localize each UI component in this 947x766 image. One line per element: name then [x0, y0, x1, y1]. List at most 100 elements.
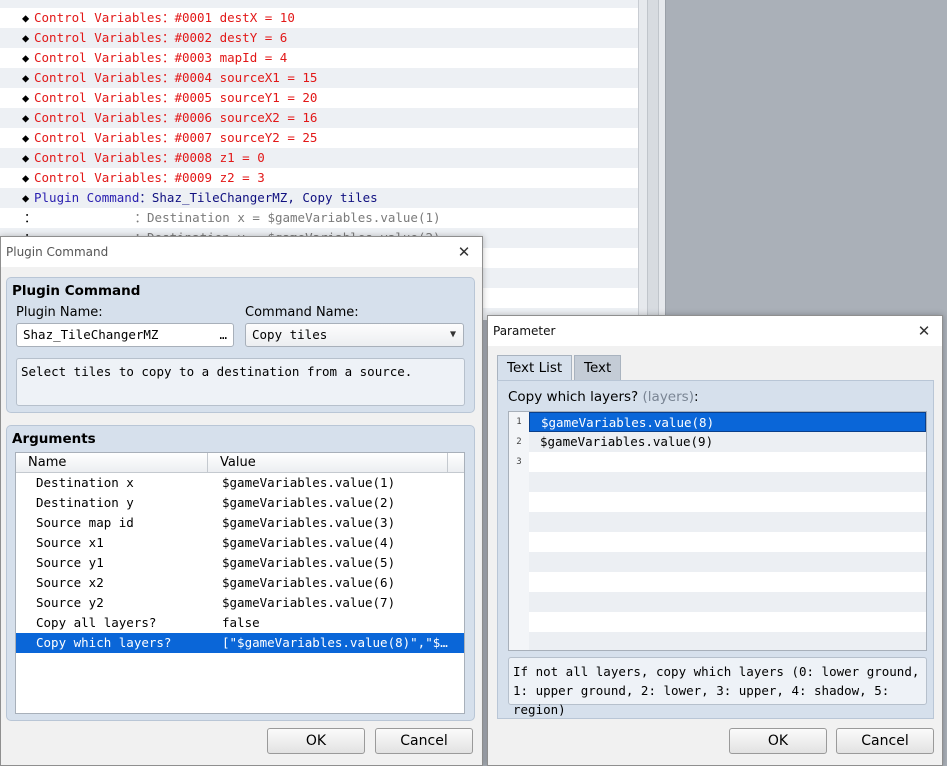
empty-text-list-row[interactable]: [509, 632, 926, 650]
parameter-field-label: Copy which layers? (layers):: [508, 389, 699, 405]
line-number: [509, 572, 529, 592]
ok-button[interactable]: OK: [267, 728, 365, 754]
command-name-select[interactable]: Copy tiles ▼: [245, 323, 464, 347]
event-row[interactable]: ◆ Control Variables：#0009 z2 = 3: [0, 168, 638, 188]
line-number: 1: [509, 412, 529, 432]
event-row[interactable]: ◆ Control Variables：#0002 destY = 6: [0, 28, 638, 48]
cancel-button[interactable]: Cancel: [375, 728, 473, 754]
parameter-dialog: Parameter ✕ Text List Text Copy which la…: [487, 315, 943, 766]
text-list-value: [529, 472, 926, 492]
event-row[interactable]: ◆ Control Variables：#0008 z1 = 0: [0, 148, 638, 168]
arguments-body: Destination x $gameVariables.value(1) Dest…: [16, 473, 464, 653]
tab-text-list[interactable]: Text List: [497, 355, 573, 381]
text-list-value: [529, 512, 926, 532]
text-list-value: $gameVariables.value(9): [529, 432, 926, 452]
event-command-name: Control Variables: [34, 150, 162, 165]
line-number: 3: [509, 452, 529, 472]
empty-text-list-row[interactable]: [509, 572, 926, 592]
argument-row[interactable]: Source x1 $gameVariables.value(4): [16, 533, 464, 553]
field-hint: (layers): [642, 389, 694, 405]
event-row[interactable]: ◆ Plugin Command：Shaz_TileChangerMZ, Copy…: [0, 188, 638, 208]
close-icon[interactable]: ✕: [454, 237, 474, 267]
diamond-bullet-icon: ◆: [22, 71, 30, 85]
empty-text-list-row[interactable]: [509, 532, 926, 552]
plugin-command-dialog: Plugin Command ✕ Plugin Command Plugin N…: [0, 236, 483, 766]
line-number: [509, 512, 529, 532]
arguments-title: Arguments: [12, 431, 96, 447]
event-command-value: #0009 z2 = 3: [174, 170, 265, 185]
argument-value: false: [222, 615, 260, 630]
argument-row[interactable]: Source map id $gameVariables.value(3): [16, 513, 464, 533]
event-row[interactable]: ◆ Control Variables：#0007 sourceY2 = 25: [0, 128, 638, 148]
argument-row[interactable]: Destination x $gameVariables.value(1): [16, 473, 464, 493]
command-name-label: Command Name:: [245, 305, 359, 320]
argument-name: Source y2: [36, 595, 104, 610]
text-list-item[interactable]: 2 $gameVariables.value(9): [509, 432, 926, 452]
empty-text-list-row[interactable]: [509, 492, 926, 512]
list-item[interactable]: [0, 0, 638, 8]
plugin-command-group: Plugin Command Plugin Name: Shaz_TileCha…: [6, 277, 475, 413]
event-list-scrollbar[interactable]: [638, 0, 666, 320]
empty-text-list-row[interactable]: [509, 612, 926, 632]
line-number: [509, 552, 529, 572]
text-list-item[interactable]: 1 $gameVariables.value(8): [509, 412, 926, 432]
plugin-name-value: Shaz_TileChangerMZ: [23, 327, 159, 342]
layers-text-list[interactable]: 1 $gameVariables.value(8) 2 $gameVariables.…: [508, 411, 927, 651]
empty-text-list-row[interactable]: [509, 552, 926, 572]
line-number: [509, 632, 529, 650]
parameter-help-text: If not all layers, copy which layers (0:…: [508, 657, 927, 717]
column-header-value[interactable]: Value: [208, 453, 448, 472]
text-list-item[interactable]: 3: [509, 452, 926, 472]
event-command-name: Plugin Command: [34, 190, 140, 205]
text-list-value: [529, 552, 926, 572]
line-number: [509, 532, 529, 552]
argument-row[interactable]: Destination y $gameVariables.value(2): [16, 493, 464, 513]
event-separator: ：: [161, 130, 175, 145]
event-row[interactable]: ◆ Control Variables：#0006 sourceX2 = 16: [0, 108, 638, 128]
line-number: [509, 612, 529, 632]
column-header-name[interactable]: Name: [16, 453, 208, 472]
argument-row[interactable]: Copy which layers? ["$gameVariables.value…: [16, 633, 464, 653]
tab-text[interactable]: Text: [574, 355, 622, 381]
cancel-button[interactable]: Cancel: [836, 728, 934, 754]
diamond-bullet-icon: ◆: [22, 51, 30, 65]
empty-text-list-row[interactable]: [509, 592, 926, 612]
argument-value: $gameVariables.value(1): [222, 475, 396, 490]
diamond-bullet-icon: ◆: [22, 91, 30, 105]
ok-button[interactable]: OK: [729, 728, 827, 754]
close-icon[interactable]: ✕: [914, 316, 934, 346]
line-number: [509, 472, 529, 492]
browse-ellipsis-icon[interactable]: …: [219, 324, 227, 346]
event-separator: ：: [161, 30, 175, 45]
event-row[interactable]: ◆ Control Variables：#0004 sourceX1 = 15: [0, 68, 638, 88]
argument-row[interactable]: Source y1 $gameVariables.value(5): [16, 553, 464, 573]
event-command-value: #0002 destY = 6: [174, 30, 288, 45]
event-separator: ：: [161, 10, 175, 25]
event-command-value: #0001 destX = 10: [174, 10, 295, 25]
command-description: Select tiles to copy to a destination fr…: [16, 358, 465, 406]
empty-text-list-row[interactable]: [509, 512, 926, 532]
event-command-value: #0004 sourceX1 = 15: [174, 70, 318, 85]
argument-value: $gameVariables.value(6): [222, 575, 396, 590]
diamond-bullet-icon: ◆: [22, 191, 30, 205]
event-row[interactable]: ◆ Control Variables：#0003 mapId = 4: [0, 48, 638, 68]
event-row[interactable]: ◆ Control Variables：#0005 sourceY1 = 20: [0, 88, 638, 108]
diamond-bullet-icon: ◆: [22, 131, 30, 145]
argument-row[interactable]: Source x2 $gameVariables.value(6): [16, 573, 464, 593]
argument-row[interactable]: Source y2 $gameVariables.value(7): [16, 593, 464, 613]
empty-text-list-row[interactable]: [509, 472, 926, 492]
argument-row[interactable]: Copy all layers? false: [16, 613, 464, 633]
plugin-name-field[interactable]: Shaz_TileChangerMZ …: [16, 323, 234, 347]
line-number: [509, 592, 529, 612]
event-row[interactable]: ◆ Control Variables：#0001 destX = 10: [0, 8, 638, 28]
argument-value: ["$gameVariables.value(8)","$…: [222, 635, 448, 650]
arguments-table[interactable]: Name Value Destination x $gameVariables.v…: [15, 452, 465, 714]
event-separator: ：: [161, 110, 175, 125]
diamond-bullet-icon: ◆: [22, 151, 30, 165]
event-continuation-row[interactable]: ：：Destination x = $gameVariables.value(1…: [0, 208, 638, 228]
event-separator: ：: [161, 170, 175, 185]
text-list-value: [529, 492, 926, 512]
table-header: Name Value: [16, 453, 464, 473]
diamond-bullet-icon: ◆: [22, 11, 30, 25]
text-list-value: [529, 612, 926, 632]
